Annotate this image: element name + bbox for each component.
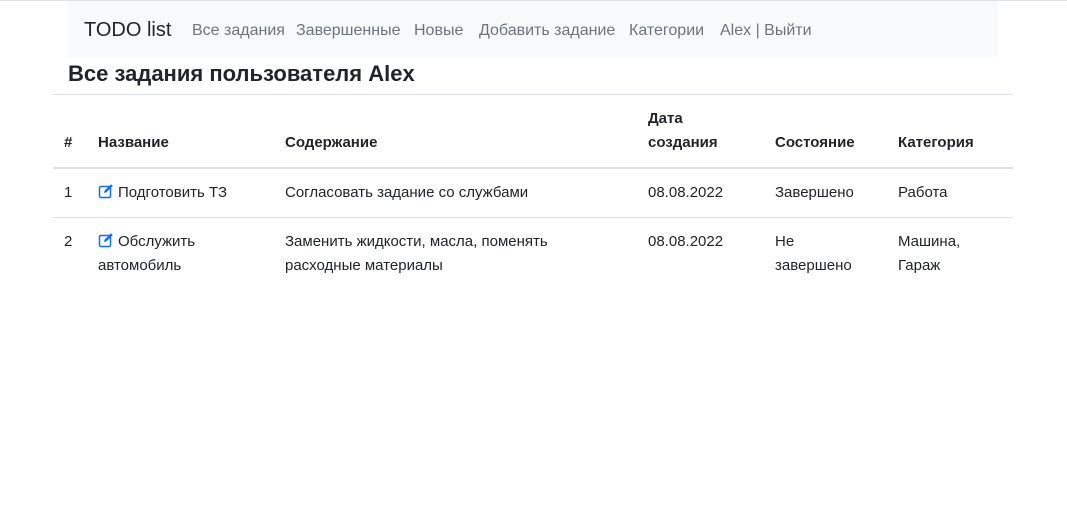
- nav-link-completed[interactable]: Завершенные: [296, 21, 400, 40]
- header-number: #: [64, 134, 73, 151]
- row-divider: [53, 217, 1013, 218]
- page-title: Все задания пользователя Alex: [68, 61, 415, 86]
- task-name-cell: Обслужить: [98, 230, 195, 254]
- header-content: Содержание: [285, 134, 378, 151]
- table-header-border: [53, 167, 1013, 169]
- task-name-cell: Подготовить ТЗ: [98, 181, 227, 205]
- edit-icon[interactable]: [98, 232, 114, 248]
- task-date: 08.08.2022: [648, 184, 724, 201]
- header-date-line1: Дата: [648, 110, 683, 127]
- task-content-line2: расходные материалы: [285, 257, 443, 274]
- task-state: Завершено: [775, 184, 854, 201]
- task-category-line2: Гараж: [898, 257, 941, 274]
- task-name-line2: автомобиль: [98, 257, 182, 274]
- header-category: Категория: [898, 134, 974, 151]
- task-category: Машина,: [898, 233, 961, 250]
- nav-link-user-logout[interactable]: Alex | Выйти: [720, 21, 812, 40]
- edit-icon[interactable]: [98, 183, 114, 199]
- task-name: Подготовить ТЗ: [118, 184, 227, 201]
- nav-link-categories[interactable]: Категории: [629, 21, 704, 40]
- row-number: 1: [64, 184, 73, 201]
- header-name: Название: [98, 134, 169, 151]
- nav-link-all-tasks[interactable]: Все задания: [192, 21, 285, 40]
- title-divider: [53, 94, 1013, 95]
- navbar: TODO list Все задания Завершенные Новые …: [68, 1, 998, 57]
- task-state-line2: завершено: [775, 257, 852, 274]
- task-category: Работа: [898, 184, 948, 201]
- task-date: 08.08.2022: [648, 233, 724, 250]
- nav-link-add-task[interactable]: Добавить задание: [479, 21, 615, 40]
- header-state: Состояние: [775, 134, 855, 151]
- task-name: Обслужить: [118, 233, 196, 250]
- navbar-brand[interactable]: TODO list: [84, 18, 171, 42]
- nav-link-new[interactable]: Новые: [414, 21, 463, 40]
- row-number: 2: [64, 233, 73, 250]
- task-content: Заменить жидкости, масла, поменять: [285, 233, 548, 250]
- task-content: Согласовать задание со службами: [285, 184, 529, 201]
- header-date-line2: создания: [648, 134, 718, 151]
- task-state: Не: [775, 233, 795, 250]
